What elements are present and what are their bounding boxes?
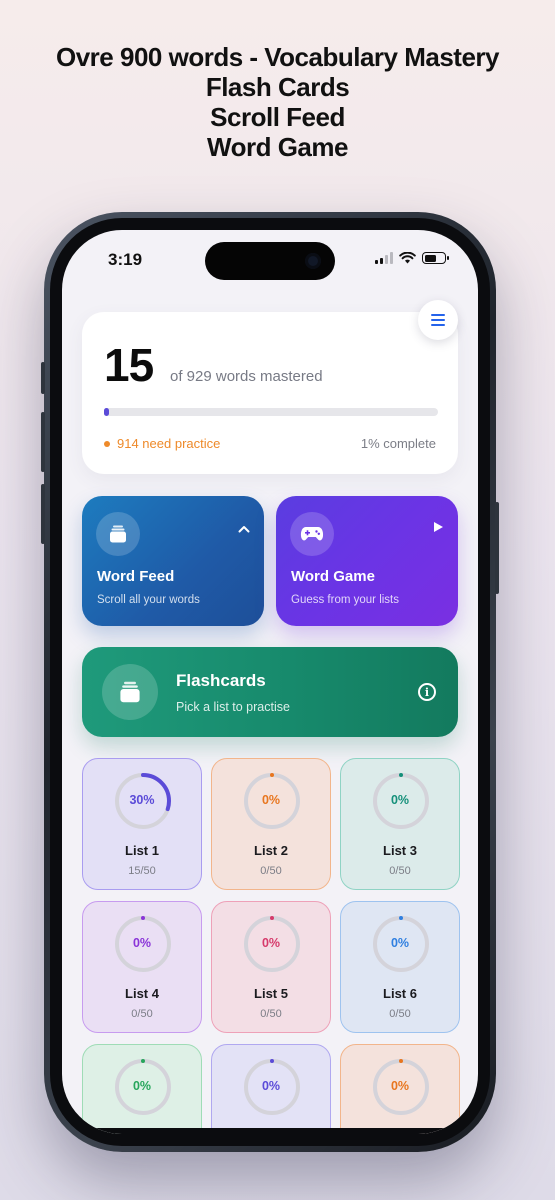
status-time: 3:19: [108, 250, 143, 269]
list-percent: 0%: [132, 936, 152, 950]
list-percent: 0%: [390, 936, 410, 950]
list-name: List 3: [383, 843, 417, 858]
flashcards-title: Flashcards: [176, 671, 266, 690]
cards-stack-icon: [96, 512, 140, 556]
list-name: List 2: [254, 843, 288, 858]
mastery-summary-card: 15 of 929 words mastered 914 need practi…: [82, 312, 458, 474]
mute-switch: [41, 362, 45, 394]
word-game-card[interactable]: Word Game Guess from your lists: [276, 496, 458, 626]
promo-headline: Ovre 900 words - Vocabulary Mastery Flas…: [0, 42, 555, 162]
flashcards-subtitle: Pick a list to practise: [176, 700, 290, 714]
mastery-progress-bar: [104, 408, 438, 416]
play-icon: [433, 520, 444, 536]
mastered-count: 15: [104, 339, 154, 391]
list-name: List 1: [125, 843, 159, 858]
gamepad-icon: [290, 512, 334, 556]
app-screen: 3:19 15 of 929 words mastered 914 need p…: [62, 230, 478, 1134]
promo-line-1: Ovre 900 words - Vocabulary Mastery: [56, 42, 500, 72]
list-percent: 30%: [129, 793, 155, 807]
mastery-progress-fill: [104, 408, 110, 416]
power-button: [495, 502, 499, 594]
chevron-up-icon: [238, 520, 250, 536]
signal-icon: [375, 252, 393, 264]
list-tile[interactable]: 0%List 80/50: [211, 1044, 331, 1134]
cards-stack-icon: [102, 664, 158, 720]
list-percent: 0%: [261, 1079, 281, 1093]
list-count: 15/50: [128, 865, 156, 877]
list-percent: 0%: [132, 1079, 152, 1093]
list-name: List 6: [383, 986, 417, 1001]
screen-bottom-edge: [62, 1128, 478, 1134]
list-name: List 4: [125, 986, 159, 1001]
list-tile[interactable]: 0% List 2 0/50: [211, 758, 331, 890]
word-game-title: Word Game: [291, 568, 375, 585]
list-count: 0/50: [260, 865, 282, 877]
dynamic-island: [205, 242, 335, 280]
need-practice-indicator: 914 need practice: [104, 436, 220, 451]
word-feed-card[interactable]: Word Feed Scroll all your words: [82, 496, 264, 626]
status-icons: [375, 252, 449, 264]
word-game-subtitle: Guess from your lists: [291, 594, 399, 606]
list-percent: 0%: [390, 1079, 410, 1093]
mastered-label: of 929 words mastered: [170, 368, 323, 385]
list-tile[interactable]: 0% List 3 0/50: [340, 758, 460, 890]
word-feed-subtitle: Scroll all your words: [97, 594, 200, 606]
info-icon[interactable]: i: [418, 683, 436, 701]
promo-line-3: Scroll Feed: [210, 102, 345, 132]
promo-line-2: Flash Cards: [205, 72, 350, 102]
flashcards-card[interactable]: Flashcards Pick a list to practise i: [82, 647, 458, 737]
list-tile[interactable]: 30% List 1 15/50: [82, 758, 202, 890]
list-percent: 0%: [261, 936, 281, 950]
battery-icon: [422, 252, 449, 264]
phone-frame: 3:19 15 of 929 words mastered 914 need p…: [41, 212, 499, 1152]
list-tile[interactable]: 0%List 70/50: [82, 1044, 202, 1134]
need-practice-label: 914 need practice: [117, 436, 221, 451]
wifi-icon: [399, 252, 416, 264]
list-tile[interactable]: 0% List 6 0/50: [340, 901, 460, 1033]
list-tile[interactable]: 0% List 5 0/50: [211, 901, 331, 1033]
list-count: 0/50: [131, 1008, 153, 1020]
menu-button[interactable]: [418, 300, 458, 340]
list-tile[interactable]: 0%List 90/50: [340, 1044, 460, 1134]
percent-complete: 1% complete: [360, 436, 436, 451]
list-percent: 0%: [390, 793, 410, 807]
orange-dot-icon: [104, 440, 110, 447]
promo-line-4: Word Game: [207, 132, 348, 162]
word-feed-title: Word Feed: [97, 568, 175, 585]
list-count: 0/50: [389, 865, 411, 877]
volume-up-button: [41, 412, 45, 472]
volume-down-button: [41, 484, 45, 544]
list-count: 0/50: [260, 1008, 282, 1020]
list-tile[interactable]: 0% List 4 0/50: [82, 901, 202, 1033]
list-name: List 5: [254, 986, 288, 1001]
camera-icon: [305, 253, 321, 269]
list-percent: 0%: [261, 793, 281, 807]
list-count: 0/50: [389, 1008, 411, 1020]
